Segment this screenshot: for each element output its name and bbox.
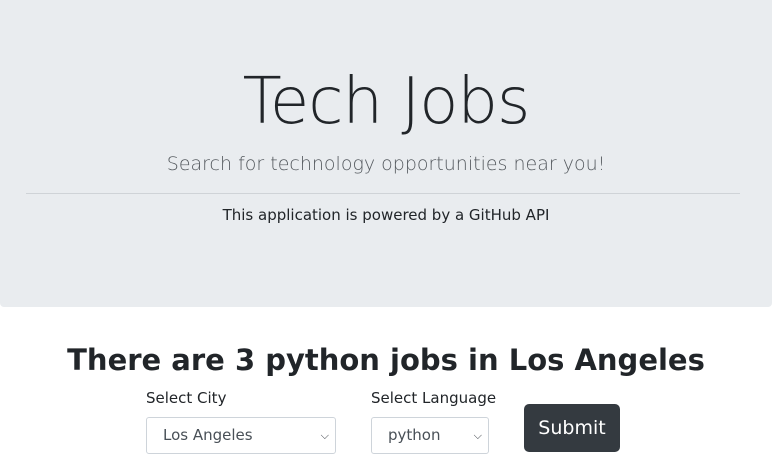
language-select[interactable]: python ⌵ (371, 417, 489, 454)
header-divider (26, 193, 740, 194)
city-select-value: Los Angeles (163, 426, 253, 444)
page-subtitle: Search for technology opportunities near… (166, 153, 606, 175)
language-label: Select Language (371, 389, 497, 407)
city-select[interactable]: Los Angeles ⌵ (146, 417, 336, 454)
language-select-value: python (388, 426, 441, 444)
city-label: Select City (146, 389, 227, 407)
results-heading: There are 3 python jobs in Los Angeles (67, 343, 705, 377)
header-jumbotron: Tech Jobs Search for technology opportun… (0, 0, 772, 307)
page-title: Tech Jobs (242, 65, 531, 139)
chevron-down-icon: ⌵ (473, 429, 482, 442)
powered-by-text: This application is powered by a GitHub … (222, 206, 550, 224)
submit-button[interactable]: Submit (524, 404, 620, 452)
chevron-down-icon: ⌵ (320, 429, 329, 442)
